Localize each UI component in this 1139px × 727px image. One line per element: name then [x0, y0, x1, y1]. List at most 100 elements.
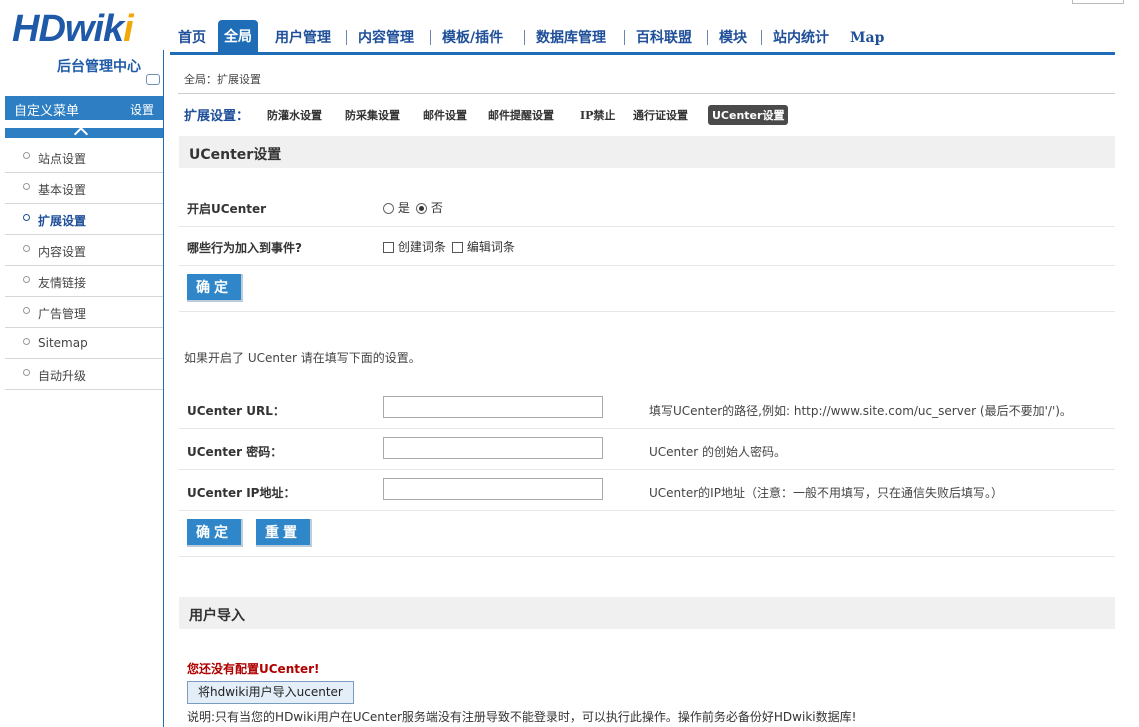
- sidebar-item-content-settings[interactable]: 内容设置: [5, 235, 163, 266]
- ucenter-ip-label: UCenter IP地址：: [187, 486, 296, 500]
- row-divider: [179, 556, 1115, 557]
- sidebar-item-label: 友情链接: [38, 276, 87, 290]
- bullet-icon: [23, 245, 30, 252]
- confirm-settings-button[interactable]: 确定: [187, 519, 243, 547]
- nav-site-statistics[interactable]: 站内统计: [773, 26, 829, 52]
- sidebar-item-label: 基本设置: [38, 183, 87, 197]
- checkbox-label: 编辑词条: [466, 240, 515, 254]
- bullet-icon: [23, 276, 30, 283]
- checkbox-icon: [452, 242, 463, 253]
- sidebar-item-sitemap[interactable]: Sitemap: [5, 328, 163, 359]
- logo-subtitle: 后台管理中心: [57, 59, 141, 75]
- ucenter-url-hint: 填写UCenter的路径,例如: http://www.site.com/uc_…: [649, 404, 1072, 418]
- chevron-up-icon: [73, 126, 89, 142]
- sidebar-item-friend-links[interactable]: 友情链接: [5, 266, 163, 297]
- import-description: 说明:只有当您的HDwiki用户在UCenter服务端没有注册导致不能登录时，可…: [187, 710, 857, 724]
- ucenter-password-label: UCenter 密码：: [187, 445, 283, 459]
- nav-map[interactable]: Map: [850, 26, 884, 52]
- bullet-icon: [23, 183, 30, 190]
- ucenter-ip-input[interactable]: [383, 478, 603, 500]
- row-divider: [179, 265, 1115, 266]
- nav-content-management[interactable]: 内容管理: [358, 26, 414, 52]
- sidebar-header: 自定义菜单 设置: [5, 96, 163, 120]
- ucenter-url-label: UCenter URL：: [187, 404, 285, 418]
- breadcrumb-divider: [178, 93, 1115, 94]
- nav-modules[interactable]: 模块: [719, 26, 747, 52]
- reset-button[interactable]: 重置: [256, 519, 312, 547]
- row-divider: [179, 510, 1115, 511]
- sidebar-item-basic-settings[interactable]: 基本设置: [5, 173, 163, 204]
- bullet-icon: [23, 369, 30, 376]
- import-users-button[interactable]: 将hdwiki用户导入ucenter: [187, 681, 354, 704]
- sidebar-item-label: 内容设置: [38, 245, 87, 259]
- breadcrumb: 全局：扩展设置: [184, 73, 261, 86]
- radio-label: 否: [430, 201, 443, 215]
- tab-anti-flood[interactable]: 防灌水设置: [267, 107, 322, 123]
- nav-wiki-alliance[interactable]: 百科联盟: [636, 26, 692, 52]
- sidebar-settings-link[interactable]: 设置: [130, 101, 154, 118]
- section-title: UCenter设置: [189, 147, 282, 163]
- checkbox-icon: [383, 242, 394, 253]
- sidebar-item-label: Sitemap: [38, 336, 88, 350]
- sidebar-collapse-button[interactable]: [5, 126, 163, 142]
- radio-label: 是: [397, 201, 410, 215]
- nav-separator: [430, 30, 431, 45]
- enable-no-radio[interactable]: 否: [416, 199, 443, 216]
- tab-ucenter[interactable]: UCenter设置: [708, 105, 789, 125]
- window-corner: [1072, 0, 1124, 4]
- nav-global[interactable]: 全局: [218, 20, 258, 52]
- subtabs-label: 扩展设置：: [184, 109, 250, 124]
- tab-mail-reminder[interactable]: 邮件提醒设置: [488, 107, 554, 123]
- nav-separator: [624, 30, 625, 45]
- sidebar-item-label: 自动升级: [38, 369, 87, 383]
- nav-separator: [524, 30, 525, 45]
- tab-ip-ban[interactable]: IP禁止: [580, 107, 615, 123]
- ucenter-password-hint: UCenter 的创始人密码。: [649, 445, 786, 459]
- nav-database-management[interactable]: 数据库管理: [536, 26, 606, 52]
- top-navigation: 首页 全局 用户管理 内容管理 模板/插件 数据库管理 百科联盟 模块 站内统计…: [170, 20, 1115, 55]
- chat-bubble-icon[interactable]: [146, 74, 160, 85]
- ucenter-ip-hint: UCenter的IP地址（注意：一般不用填写，只在通信失败后填写。）: [649, 486, 1003, 500]
- nav-separator: [707, 30, 708, 45]
- ucenter-note: 如果开启了 UCenter 请在填写下面的设置。: [184, 351, 421, 365]
- ucenter-url-input[interactable]: [383, 396, 603, 418]
- tab-passport[interactable]: 通行证设置: [633, 107, 688, 123]
- bullet-icon: [23, 307, 30, 314]
- events-label: 哪些行为加入到事件?: [187, 241, 302, 255]
- row-divider: [179, 311, 1115, 312]
- ucenter-section-header: UCenter设置: [179, 136, 1115, 168]
- radio-checked-icon: [416, 203, 427, 214]
- sidebar-item-label: 站点设置: [38, 152, 87, 166]
- sidebar-divider: [163, 50, 164, 727]
- sidebar-item-auto-upgrade[interactable]: 自动升级: [5, 359, 163, 390]
- nav-user-management[interactable]: 用户管理: [275, 26, 331, 52]
- ucenter-password-input[interactable]: [383, 437, 603, 459]
- row-divider: [179, 226, 1115, 227]
- event-edit-checkbox[interactable]: 编辑词条: [452, 238, 515, 255]
- sidebar-item-label: 广告管理: [38, 307, 87, 321]
- event-create-checkbox[interactable]: 创建词条: [383, 238, 446, 255]
- sidebar-menu: 站点设置 基本设置 扩展设置 内容设置 友情链接 广告管理 Sitemap 自动…: [5, 142, 163, 390]
- nav-separator: [761, 30, 762, 45]
- ucenter-not-configured-warning: 您还没有配置UCenter!: [187, 662, 320, 676]
- sidebar-item-site-settings[interactable]: 站点设置: [5, 142, 163, 173]
- row-divider: [179, 469, 1115, 470]
- bullet-icon: [23, 152, 30, 159]
- confirm-button[interactable]: 确定: [187, 274, 243, 302]
- logo: HDwiki 后台管理中心: [12, 8, 162, 88]
- nav-separator: [346, 30, 347, 45]
- bullet-icon: [23, 338, 30, 345]
- tab-anti-scrape[interactable]: 防采集设置: [345, 107, 400, 123]
- sidebar-title: 自定义菜单: [14, 104, 80, 119]
- bullet-icon: [23, 214, 30, 221]
- nav-home[interactable]: 首页: [178, 26, 206, 52]
- sidebar-item-ad-management[interactable]: 广告管理: [5, 297, 163, 328]
- sidebar-item-label: 扩展设置: [38, 214, 87, 228]
- sidebar-item-extension-settings[interactable]: 扩展设置: [5, 204, 163, 235]
- enable-yes-radio[interactable]: 是: [383, 199, 410, 216]
- tab-mail-settings[interactable]: 邮件设置: [423, 107, 467, 123]
- row-divider: [179, 428, 1115, 429]
- user-import-section-header: 用户导入: [179, 597, 1115, 629]
- enable-ucenter-label: 开启UCenter: [187, 202, 267, 216]
- nav-templates-plugins[interactable]: 模板/插件: [442, 26, 503, 52]
